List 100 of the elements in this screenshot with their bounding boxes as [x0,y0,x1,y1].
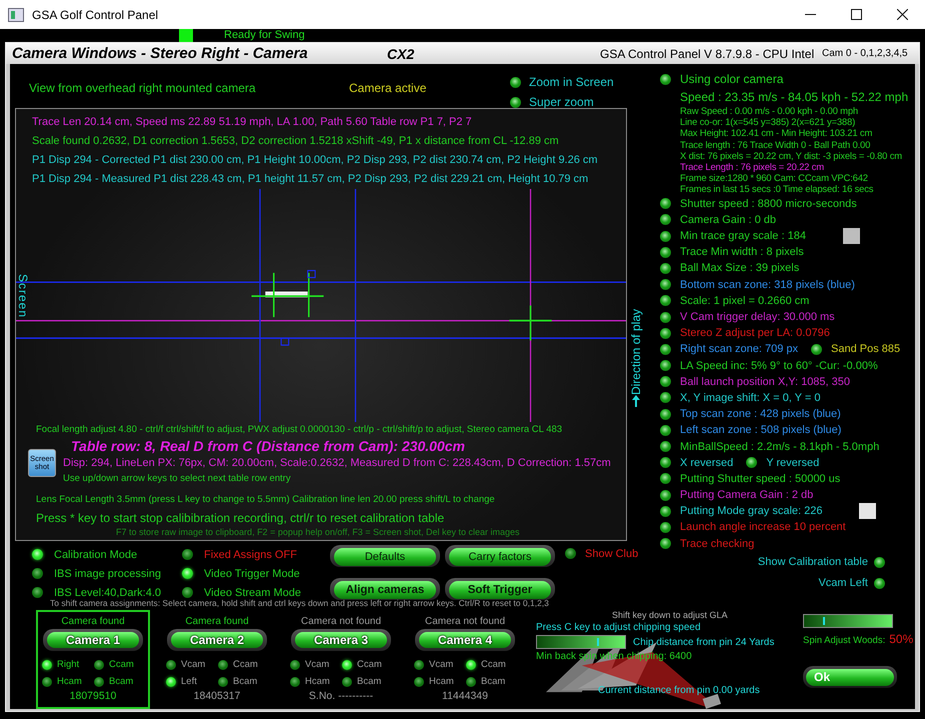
setting-label: Launch angle increase 10 percent [680,521,846,534]
toggle-light[interactable] [32,568,43,579]
arrow-key-hint: Use up/down arrow keys to select next table row entry [63,472,291,486]
camera-role-light[interactable] [466,660,476,670]
option-label: Calibration Mode [54,548,138,560]
measurement-line: Scale found 0.2632, D1 correction 1.5653, D2 correction 1.5218 xShift -49, P1 x distance from CL -12.89 cm [32,134,559,149]
setting-light[interactable] [660,457,671,468]
close-icon [896,9,908,20]
camera-role-light[interactable] [414,676,424,686]
setting-light[interactable] [660,376,671,388]
setting-label: MinBallSpeed : 2.2m/s - 8.1kph - 5.0mph [680,440,880,453]
toggle-light[interactable] [182,587,193,598]
camera-role-label: Hcam [305,676,330,687]
up-arrow-icon [632,395,640,408]
setting-label: Min trace gray scale : 184 [680,230,806,242]
spin-adjust-value: 50% [889,632,914,646]
action-button[interactable]: Soft Trigger [449,581,551,599]
camera-role-light[interactable] [342,676,352,686]
setting-light[interactable] [660,246,671,258]
toggle-light[interactable] [874,578,885,589]
panel-title: Camera Windows - Stereo Right - Camera [12,45,309,62]
setting-light[interactable] [660,408,671,420]
setting-light[interactable] [660,473,671,484]
camera-role-light[interactable] [166,676,176,686]
setting-light[interactable] [660,441,671,452]
status-line: X dist: 76 pixels = 20.22 cm, Y dist: -3 pixels = -0.80 cm [679,150,903,162]
setting-light[interactable] [660,392,671,404]
radio-light[interactable] [510,76,521,88]
chip-distance: Chip distance from pin 24 Yards [633,636,774,648]
setting-light[interactable] [660,424,671,436]
measurement-line: P1 Disp 294 - Corrected P1 dist 230.00 cm, P1 Height 10.00cm, P2 Disp 293, P2 dist 230.74 cm, P2 Height 9.26 cm [32,153,598,168]
setting-light[interactable] [811,344,822,355]
setting-light[interactable] [746,457,758,468]
camera-role-light[interactable] [218,660,228,670]
focal-adjust-line: Focal length adjust 4.80 - ctrl/f ctrl/shift/f to adjust, PWX adjust 0.0000130 - ctrl/p - ctrl/shift/p to adjust, Stereo camera CL 483 [36,423,562,437]
camera-state: Camera active [349,81,428,97]
status-line: Frame size:1280 * 960 Cam: CCcam VPC:642 [679,173,869,184]
camera-status: Camera found [61,615,125,629]
camera-role-light[interactable] [290,660,300,670]
camera-status: Camera not found [300,615,382,629]
setting-label: Scale: 1 pixel = 0.2660 cm [680,294,810,307]
setting-label: Y reversed [766,456,820,469]
setting-light[interactable] [660,312,671,323]
side-label: Screen [16,274,30,318]
setting-label: X reversed [680,456,734,469]
setting-light[interactable] [660,506,671,517]
setting-light[interactable] [660,214,671,226]
action-button[interactable]: Carry factors [449,548,551,566]
setting-light[interactable] [660,230,671,242]
slider-thumb[interactable] [823,617,826,625]
setting-light[interactable] [660,279,671,290]
toggle-light[interactable] [32,587,43,598]
setting-light[interactable] [660,522,671,533]
camera-role-light[interactable] [218,676,228,686]
camera-role-label: Vcam [429,659,454,670]
chip-speed-slider[interactable] [536,635,626,649]
action-button[interactable]: Align cameras [334,581,436,599]
toggle-light[interactable] [874,556,885,568]
radio-light[interactable] [510,96,521,108]
slider-thumb[interactable] [596,638,599,646]
toggle-label: Vcam Left [818,577,868,590]
setting-light[interactable] [660,262,671,274]
gla-hint: Shift key down to adjust GLA [612,609,729,621]
measurement-line: P1 Disp 294 - Measured P1 dist 228.43 cm, P1 height 11.57 cm, P2 Disp 293, P2 dist 229.21 cm, Height 10.79 cm [32,172,588,187]
setting-light[interactable] [660,538,671,550]
setting-label: Bottom scan zone: 318 pixels (blue) [680,278,855,291]
toggle-light[interactable] [32,549,43,560]
camera-role-light[interactable] [466,676,476,686]
spin-adjust-slider[interactable] [803,614,893,628]
toggle-light[interactable] [565,548,576,559]
toggle-light[interactable] [182,568,193,579]
camera-role-light[interactable] [290,676,300,686]
chip-speed-label: Press C key to adjust chipping speed [536,621,702,635]
setting-label: V Cam trigger delay: 30.000 ms [680,311,835,324]
zoom-option[interactable]: Super zoom [529,95,594,109]
camera-role-light[interactable] [342,660,352,670]
setting-label: Right scan zone: 709 px [680,343,798,356]
camera-role-label: Ccam [109,659,134,670]
status-line: Speed : 23.35 m/s - 84.05 kph - 52.22 mph [679,89,910,106]
setting-light[interactable] [660,328,671,339]
option-label: Video Trigger Mode [204,568,300,580]
camera-role-light[interactable] [94,660,104,670]
zoom-option[interactable]: Zoom in Screen [529,75,614,89]
setting-label: Camera Gain : 0 db [680,214,776,226]
camera-code: CX2 [387,46,416,62]
toggle-light[interactable] [182,549,193,560]
setting-light[interactable] [660,344,671,355]
setting-light[interactable] [660,490,671,501]
camera-role-light[interactable] [166,660,176,670]
camera-role-light[interactable] [42,676,52,686]
camera-role-label: Bcam [357,676,382,687]
action-button[interactable]: Defaults [334,548,436,566]
setting-light[interactable] [660,198,671,210]
camera-role-light[interactable] [94,676,104,686]
camera-role-light[interactable] [414,660,424,670]
camera-role-light[interactable] [42,660,52,670]
setting-label: Trace checking [680,538,754,550]
setting-light[interactable] [660,360,671,372]
setting-light[interactable] [660,295,671,306]
option-label: IBS Level:40,Dark:4.0 [54,586,162,598]
